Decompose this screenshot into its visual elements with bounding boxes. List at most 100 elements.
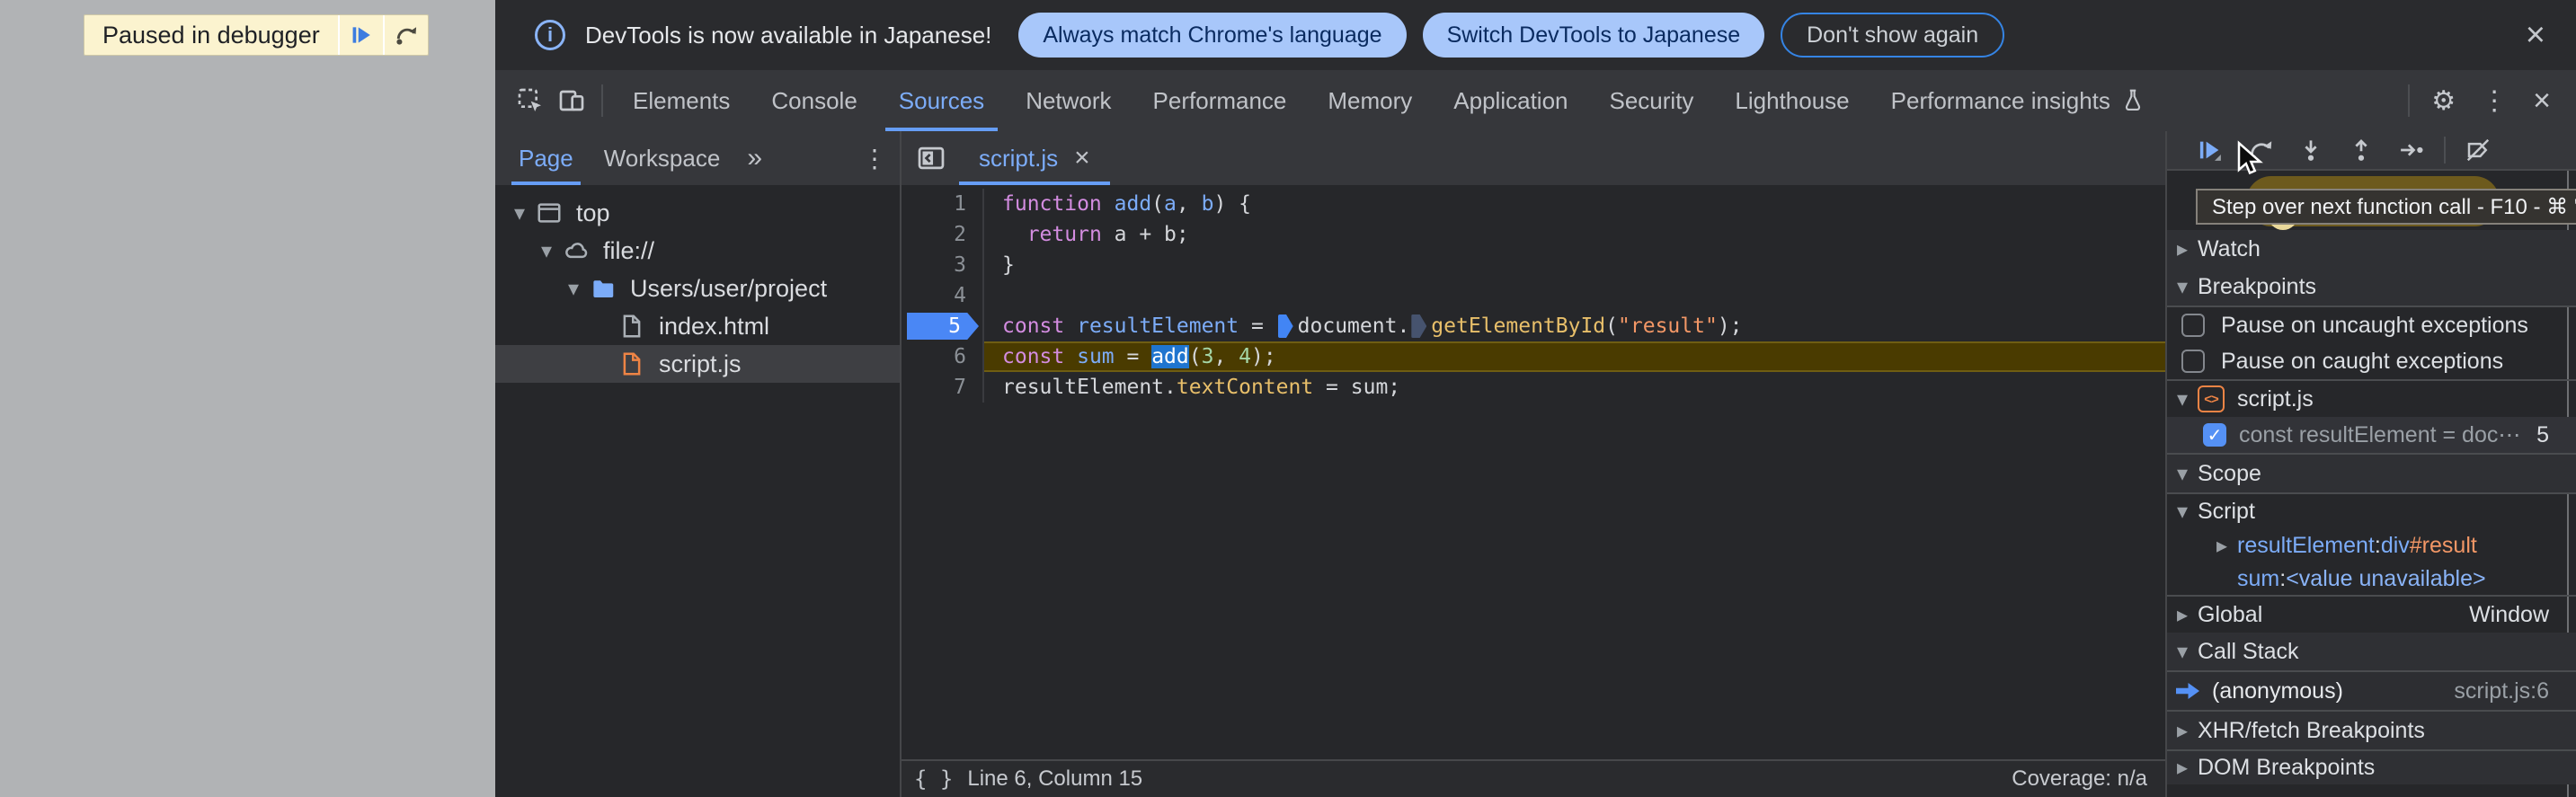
gutter-line-number[interactable]: 7 bbox=[902, 372, 984, 403]
toggle-navigator-icon[interactable] bbox=[916, 145, 946, 172]
code-line[interactable]: 5 const resultElement = document. getEleme… bbox=[902, 311, 2165, 341]
code-line[interactable]: 6 const sum = add(3, 4); bbox=[902, 341, 2165, 372]
resume-script-button[interactable] bbox=[337, 15, 383, 55]
caret-down-icon[interactable]: ▾ bbox=[2167, 461, 2198, 487]
caret-right-icon[interactable]: ▸ bbox=[2167, 602, 2198, 628]
caret-down-icon[interactable]: ▾ bbox=[2167, 639, 2198, 665]
tab-lighthouse[interactable]: Lighthouse bbox=[1714, 70, 1870, 131]
gutter-line-number[interactable]: 6 bbox=[902, 341, 984, 372]
scope-script-row[interactable]: ▾ Script bbox=[2167, 492, 2576, 528]
tab-console[interactable]: Console bbox=[751, 70, 877, 131]
tree-item-index-html[interactable]: index.html bbox=[495, 307, 900, 345]
tree-item-file-origin[interactable]: ▾ file:// bbox=[495, 232, 900, 270]
breakpoint-flag[interactable]: 5 bbox=[907, 313, 979, 340]
tab-memory[interactable]: Memory bbox=[1307, 70, 1433, 131]
more-tabs-chevron[interactable]: » bbox=[747, 143, 762, 173]
coverage-label: Coverage: n/a bbox=[2012, 766, 2147, 791]
caret-right-icon[interactable]: ▸ bbox=[2167, 236, 2198, 262]
code-line[interactable]: 1 function add(a, b) { bbox=[902, 189, 2165, 219]
pause-uncaught-checkbox[interactable] bbox=[2181, 314, 2205, 337]
step-out-button[interactable] bbox=[2336, 132, 2386, 168]
tree-item-top[interactable]: ▾ top bbox=[495, 194, 900, 232]
section-scope[interactable]: ▾ Scope bbox=[2167, 453, 2576, 492]
dont-show-again-button[interactable]: Don't show again bbox=[1781, 13, 2005, 58]
scope-var-resultelement[interactable]: ▸ resultElement: div #result bbox=[2167, 528, 2576, 562]
caret-right-icon[interactable]: ▸ bbox=[2167, 718, 2198, 744]
pause-caught-checkbox[interactable] bbox=[2181, 350, 2205, 373]
editor-tab-close-icon[interactable]: × bbox=[1074, 143, 1090, 173]
tree-item-label: Users/user/project bbox=[630, 274, 828, 302]
inspect-element-button[interactable] bbox=[510, 80, 551, 121]
deactivate-breakpoints-button[interactable] bbox=[2453, 132, 2503, 168]
call-stack-frame[interactable]: (anonymous) script.js:6 bbox=[2167, 670, 2576, 710]
breakpoint-gutter-line-5[interactable]: 5 bbox=[902, 311, 984, 341]
code-token: "result" bbox=[1618, 314, 1718, 338]
tab-elements[interactable]: Elements bbox=[612, 70, 751, 131]
tab-application[interactable]: Application bbox=[1433, 70, 1588, 131]
gutter-line-number[interactable]: 4 bbox=[902, 280, 984, 311]
gutter-line-number[interactable]: 3 bbox=[902, 250, 984, 280]
switch-to-japanese-button[interactable]: Switch DevTools to Japanese bbox=[1422, 13, 1765, 58]
caret-down-icon[interactable]: ▾ bbox=[531, 238, 562, 264]
settings-gear-icon[interactable]: ⚙ bbox=[2419, 85, 2468, 117]
step-into-button[interactable] bbox=[2286, 132, 2336, 168]
scope-var-sum[interactable]: sum: <value unavailable> bbox=[2167, 562, 2576, 595]
tree-item-label: file:// bbox=[603, 236, 655, 264]
section-title: XHR/fetch Breakpoints bbox=[2198, 717, 2425, 743]
code-line[interactable]: 2 return a + b; bbox=[902, 219, 2165, 250]
code-token: , bbox=[1213, 345, 1239, 368]
code-editor[interactable]: 1 function add(a, b) {2 return a + b; 3} 4 5… bbox=[902, 185, 2165, 759]
caret-right-icon[interactable]: ▸ bbox=[2207, 533, 2237, 559]
breakpoint-entry-row[interactable]: ✓ const resultElement = doc⋯ 5 bbox=[2167, 417, 2576, 453]
gutter-line-number[interactable]: 2 bbox=[902, 219, 984, 250]
breakpoint-file-group[interactable]: ▾ <> script.js bbox=[2167, 379, 2576, 417]
code-line[interactable]: 3} bbox=[902, 250, 2165, 280]
device-toolbar-button[interactable] bbox=[551, 80, 592, 121]
section-watch[interactable]: ▸ Watch bbox=[2167, 230, 2576, 268]
devtools-close-icon[interactable]: × bbox=[2520, 84, 2563, 119]
var-value: <value unavailable> bbox=[2286, 565, 2486, 591]
code-line[interactable]: 7 resultElement.textContent = sum; bbox=[902, 372, 2165, 403]
caret-down-icon[interactable]: ▾ bbox=[558, 276, 589, 302]
tree-item-script-js[interactable]: script.js bbox=[495, 345, 900, 383]
caret-down-icon[interactable]: ▾ bbox=[504, 200, 535, 226]
code-line[interactable]: 4 bbox=[902, 280, 2165, 311]
global-value: Window bbox=[2469, 601, 2549, 627]
flask-icon bbox=[2121, 88, 2145, 113]
inline-breakpoint-marker[interactable] bbox=[1277, 314, 1293, 338]
caret-right-icon[interactable]: ▸ bbox=[2167, 755, 2198, 781]
tab-network[interactable]: Network bbox=[1005, 70, 1132, 131]
resume-button[interactable] bbox=[2185, 132, 2235, 168]
gutter-line-number[interactable]: 1 bbox=[902, 189, 984, 219]
pause-caught-row[interactable]: Pause on caught exceptions bbox=[2167, 343, 2576, 379]
section-dom-breakpoints[interactable]: ▸ DOM Breakpoints bbox=[2167, 749, 2576, 784]
navigator-kebab-icon[interactable]: ⋮ bbox=[849, 144, 900, 173]
caret-down-icon[interactable]: ▾ bbox=[2167, 386, 2198, 412]
breakpoint-entry-checkbox[interactable]: ✓ bbox=[2203, 423, 2226, 447]
pretty-print-button[interactable]: { } bbox=[902, 766, 967, 792]
section-call-stack[interactable]: ▾ Call Stack bbox=[2167, 633, 2576, 670]
navigator-tab-page[interactable]: Page bbox=[511, 131, 581, 185]
navigator-tab-workspace[interactable]: Workspace bbox=[597, 131, 728, 185]
var-value-id: #result bbox=[2409, 532, 2477, 558]
language-infobar: i DevTools is now available in Japanese!… bbox=[495, 0, 2576, 70]
step-button[interactable] bbox=[2386, 132, 2437, 168]
caret-down-icon[interactable]: ▾ bbox=[2167, 499, 2198, 525]
scope-script-label: Script bbox=[2198, 498, 2255, 524]
more-options-kebab-icon[interactable]: ⋮ bbox=[2468, 85, 2520, 117]
section-xhr-breakpoints[interactable]: ▸ XHR/fetch Breakpoints bbox=[2167, 710, 2576, 749]
caret-down-icon[interactable]: ▾ bbox=[2167, 274, 2198, 300]
tab-security[interactable]: Security bbox=[1589, 70, 1715, 131]
inline-breakpoint-marker[interactable] bbox=[1411, 314, 1427, 338]
tab-sources[interactable]: Sources bbox=[878, 70, 1005, 131]
tab-performance-insights[interactable]: Performance insights bbox=[1870, 70, 2165, 131]
scope-global-row[interactable]: ▸ Global Window bbox=[2167, 595, 2576, 633]
section-breakpoints[interactable]: ▾ Breakpoints bbox=[2167, 268, 2576, 306]
infobar-close-button[interactable]: × bbox=[2517, 18, 2554, 52]
step-over-badge-button[interactable] bbox=[382, 15, 428, 55]
pause-uncaught-row[interactable]: Pause on uncaught exceptions bbox=[2167, 306, 2576, 343]
editor-tab-script-js[interactable]: script.js × bbox=[959, 131, 1110, 185]
always-match-language-button[interactable]: Always match Chrome's language bbox=[1018, 13, 1407, 58]
tree-item-project-folder[interactable]: ▾ Users/user/project bbox=[495, 270, 900, 307]
tab-performance[interactable]: Performance bbox=[1133, 70, 1308, 131]
